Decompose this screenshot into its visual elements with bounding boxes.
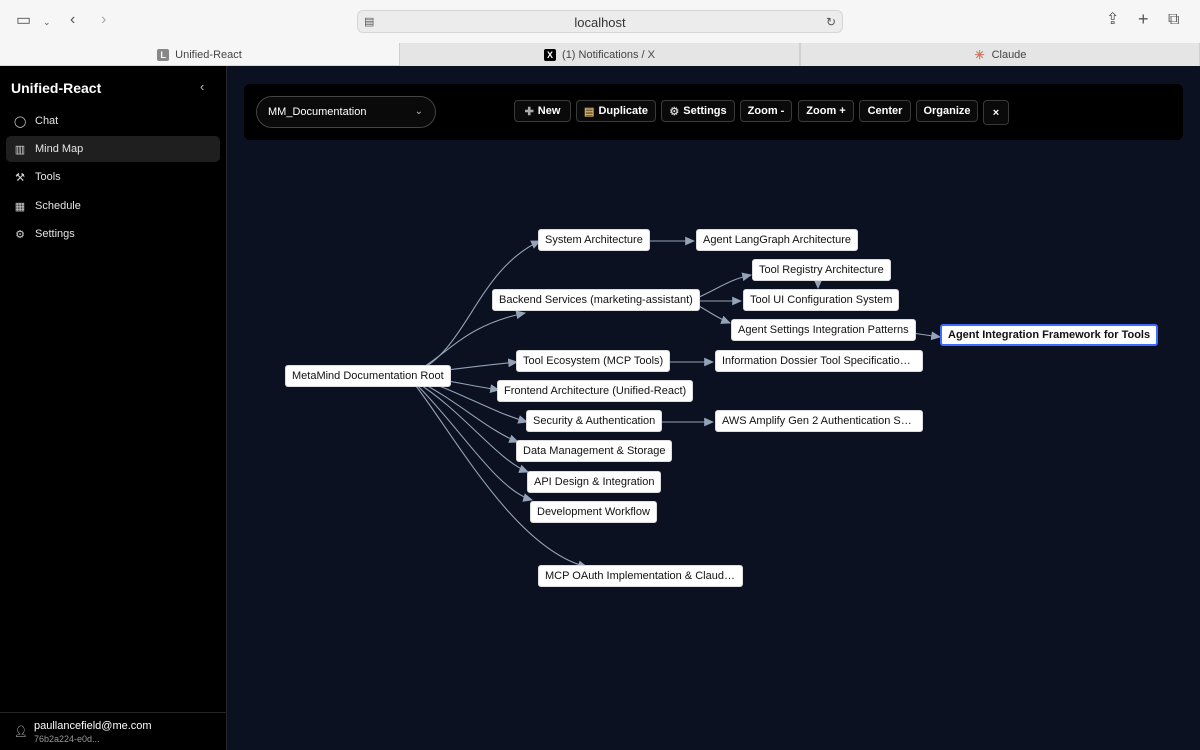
clipboard-icon: ▤ (584, 105, 595, 118)
mindmap-node[interactable]: Tool Registry Architecture (752, 259, 891, 281)
sidebar-item-label: Chat (35, 115, 59, 127)
chevron-down-icon: ⌄ (414, 106, 423, 117)
zoom-in-button[interactable]: Zoom + (798, 100, 854, 122)
sidebar: Unified-React ‹ ◯ Chat ▥ Mind Map ⚒ Tool… (0, 66, 227, 750)
mindmap-node[interactable]: Backend Services (marketing-assistant) (492, 289, 700, 311)
tab-favicon: L (157, 48, 170, 61)
zoom-out-label: Zoom - (747, 105, 785, 117)
mindmap-node[interactable]: Information Dossier Tool Specification (… (715, 350, 923, 372)
tab-claude[interactable]: ✳ Claude (800, 43, 1200, 66)
settings-button-label: Settings (683, 105, 727, 117)
mindmap-node[interactable]: Agent LangGraph Architecture (696, 229, 858, 251)
mindmap-node[interactable]: API Design & Integration (527, 471, 662, 493)
sidebar-item-chat[interactable]: ◯ Chat (6, 108, 220, 134)
mindmap-node-selected[interactable]: Agent Integration Framework for Tools (940, 324, 1159, 346)
browser-toolbar: ▭ ⌄ ‹ › ▤ localhost ↻ ⇪ + ⧉ (0, 0, 1200, 42)
user-email: paullancefield@me.com (34, 720, 152, 732)
settings-button[interactable]: ⚙ Settings (661, 100, 735, 122)
close-icon: × (992, 106, 1000, 119)
organize-label: Organize (923, 105, 971, 117)
mindmap-node[interactable]: MCP OAuth Implementation & Claude Integr… (538, 565, 743, 587)
sidebar-item-label: Schedule (35, 200, 81, 212)
tab-label: (1) Notifications / X (562, 48, 655, 61)
reload-icon[interactable]: ↻ (826, 14, 836, 30)
center-button[interactable]: Center (859, 100, 911, 122)
tab-bar: L Unified-React X (1) Notifications / X … (0, 43, 1200, 66)
back-icon[interactable]: ‹ (70, 12, 75, 28)
mindmap-node[interactable]: Security & Authentication (526, 410, 663, 432)
url-bar[interactable]: ▤ localhost ↻ (357, 10, 843, 33)
tab-label: Claude (991, 48, 1027, 61)
mindmap-node[interactable]: Tool UI Configuration System (743, 289, 900, 311)
mindmap-node[interactable]: Agent Settings Integration Patterns (731, 319, 916, 341)
zoom-in-label: Zoom + (806, 105, 846, 117)
mindmap-canvas[interactable]: MetaMind Documentation Root System Archi… (227, 140, 1200, 750)
app: Unified-React ‹ ◯ Chat ▥ Mind Map ⚒ Tool… (0, 66, 1200, 750)
sidebar-toggle-icon[interactable]: ▭ (16, 13, 31, 29)
tab-unified-react[interactable]: L Unified-React (0, 43, 399, 66)
mindmap-node[interactable]: System Architecture (538, 229, 650, 251)
tab-notifications-x[interactable]: X (1) Notifications / X (399, 43, 800, 66)
collapse-sidebar-icon[interactable]: ‹ (200, 79, 204, 94)
sidebar-item-schedule[interactable]: ▦ Schedule (6, 193, 220, 219)
close-button[interactable]: × (983, 100, 1009, 125)
tab-overview-icon[interactable]: ⧉ (1168, 12, 1179, 28)
plus-icon: ✚ (524, 105, 534, 118)
brand-title: Unified-React (11, 80, 102, 96)
sidebar-item-mind-map[interactable]: ▥ Mind Map (6, 136, 220, 162)
share-icon[interactable]: ⇪ (1106, 12, 1119, 28)
new-button-label: New (537, 105, 561, 117)
gear-icon: ⚙ (15, 228, 25, 241)
mindmap-node[interactable]: Frontend Architecture (Unified-React) (497, 380, 694, 402)
user-panel[interactable]: 👤︎ paullancefield@me.com 76b2a224-e0d... (0, 712, 227, 750)
sidebar-item-label: Tools (35, 171, 61, 183)
tab-favicon: ✳ (974, 47, 985, 62)
sidebar-item-tools[interactable]: ⚒ Tools (6, 164, 220, 190)
map-icon: ▥ (14, 143, 26, 156)
organize-button[interactable]: Organize (916, 100, 978, 122)
forward-icon[interactable]: › (101, 12, 106, 28)
new-tab-icon[interactable]: + (1138, 10, 1149, 28)
url-text: localhost (574, 15, 626, 30)
mindmap-node[interactable]: Tool Ecosystem (MCP Tools) (516, 350, 671, 372)
mindmap-toolbar: MM_Documentation ⌄ ✚ New ▤ Duplicate ⚙ S… (244, 84, 1183, 140)
chat-icon: ◯ (14, 115, 27, 128)
new-button[interactable]: ✚ New (514, 100, 571, 122)
center-label: Center (867, 105, 903, 117)
duplicate-button-label: Duplicate (598, 105, 648, 117)
chevron-down-icon[interactable]: ⌄ (43, 14, 51, 30)
zoom-out-button[interactable]: Zoom - (740, 100, 792, 122)
user-icon: 👤︎ (14, 726, 28, 738)
tab-favicon: X (544, 48, 557, 61)
mindmap-select-value: MM_Documentation (268, 106, 367, 118)
mindmap-node[interactable]: Data Management & Storage (516, 440, 673, 462)
calendar-icon: ▦ (14, 200, 26, 213)
duplicate-button[interactable]: ▤ Duplicate (576, 100, 656, 122)
mindmap-select[interactable]: MM_Documentation ⌄ (256, 96, 436, 128)
wrench-icon: ⚒ (15, 171, 25, 184)
mindmap-node-root[interactable]: MetaMind Documentation Root (285, 365, 451, 387)
user-id: 76b2a224-e0d... (34, 734, 100, 744)
browser-chrome: ▭ ⌄ ‹ › ▤ localhost ↻ ⇪ + ⧉ L Unified-Re… (0, 0, 1200, 66)
gear-icon: ⚙ (669, 105, 680, 118)
mindmap-node[interactable]: AWS Amplify Gen 2 Authentication System (715, 410, 923, 432)
sidebar-item-label: Mind Map (35, 143, 84, 155)
sidebar-item-settings[interactable]: ⚙ Settings (6, 221, 220, 247)
sidebar-item-label: Settings (35, 228, 75, 240)
tab-label: Unified-React (175, 48, 242, 61)
mindmap-node[interactable]: Development Workflow (530, 501, 657, 523)
